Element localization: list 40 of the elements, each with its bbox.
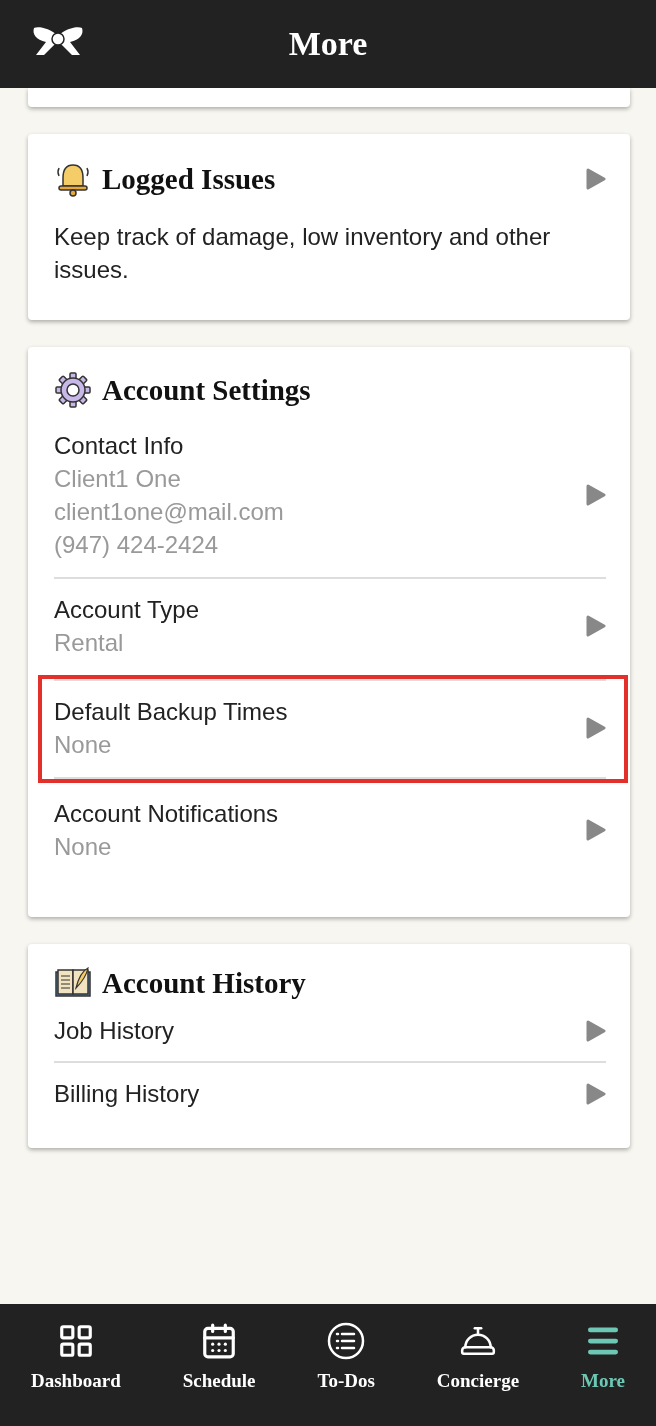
menu-card[interactable]: Logged Issues Keep track of damage, low inventory and other issues. xyxy=(28,134,630,320)
settings-row[interactable]: Account Notifications None xyxy=(54,783,606,877)
row-label: Default Backup Times xyxy=(54,697,288,727)
settings-row[interactable]: Billing History xyxy=(54,1063,606,1124)
row-label: Contact Info xyxy=(54,431,184,461)
nav-tab[interactable]: More xyxy=(581,1322,625,1392)
play-icon xyxy=(586,717,606,739)
list-icon xyxy=(327,1322,366,1360)
settings-row[interactable]: Default Backup Times None xyxy=(54,681,606,777)
row-label: Billing History xyxy=(54,1079,200,1109)
play-icon xyxy=(586,484,606,506)
card-title: Logged Issues xyxy=(102,162,277,196)
row-value: Client1 One xyxy=(54,464,181,494)
nav-tab[interactable]: Concierge xyxy=(436,1322,520,1392)
nav-tab[interactable]: Schedule xyxy=(182,1322,256,1392)
row-value: Rental xyxy=(54,628,124,658)
row-value: None xyxy=(54,832,112,862)
row-label: Account Notifications xyxy=(54,799,279,829)
play-icon xyxy=(586,819,606,841)
row-label: Account Type xyxy=(54,595,199,625)
row-value: (947) 424-2424 xyxy=(54,530,219,560)
bow-logo-icon[interactable] xyxy=(32,26,84,56)
row-value: client1one@mail.com xyxy=(54,497,284,527)
row-label: Job History xyxy=(54,1016,175,1046)
page-title: More xyxy=(288,25,368,63)
nav-tab[interactable]: Dashboard xyxy=(30,1322,121,1392)
card-description: Keep track of damage, low inventory and other issues. xyxy=(54,222,552,285)
settings-row[interactable]: Account Type Rental xyxy=(54,579,606,675)
play-icon xyxy=(586,1019,606,1042)
nav-tab[interactable]: To-Dos xyxy=(317,1322,375,1392)
row-value: None xyxy=(54,730,112,760)
settings-row[interactable]: Contact Info Client1 One client1one@mail.com (947) 424-2424 xyxy=(54,409,606,577)
settings-row[interactable]: Job History xyxy=(54,1000,606,1061)
play-icon xyxy=(586,615,606,637)
book-icon xyxy=(54,966,92,1000)
play-icon xyxy=(586,1082,606,1105)
card-title: Account History xyxy=(102,966,307,1000)
card-title: Account Settings xyxy=(102,373,312,407)
gear-icon xyxy=(54,371,92,409)
play-icon xyxy=(586,168,606,190)
